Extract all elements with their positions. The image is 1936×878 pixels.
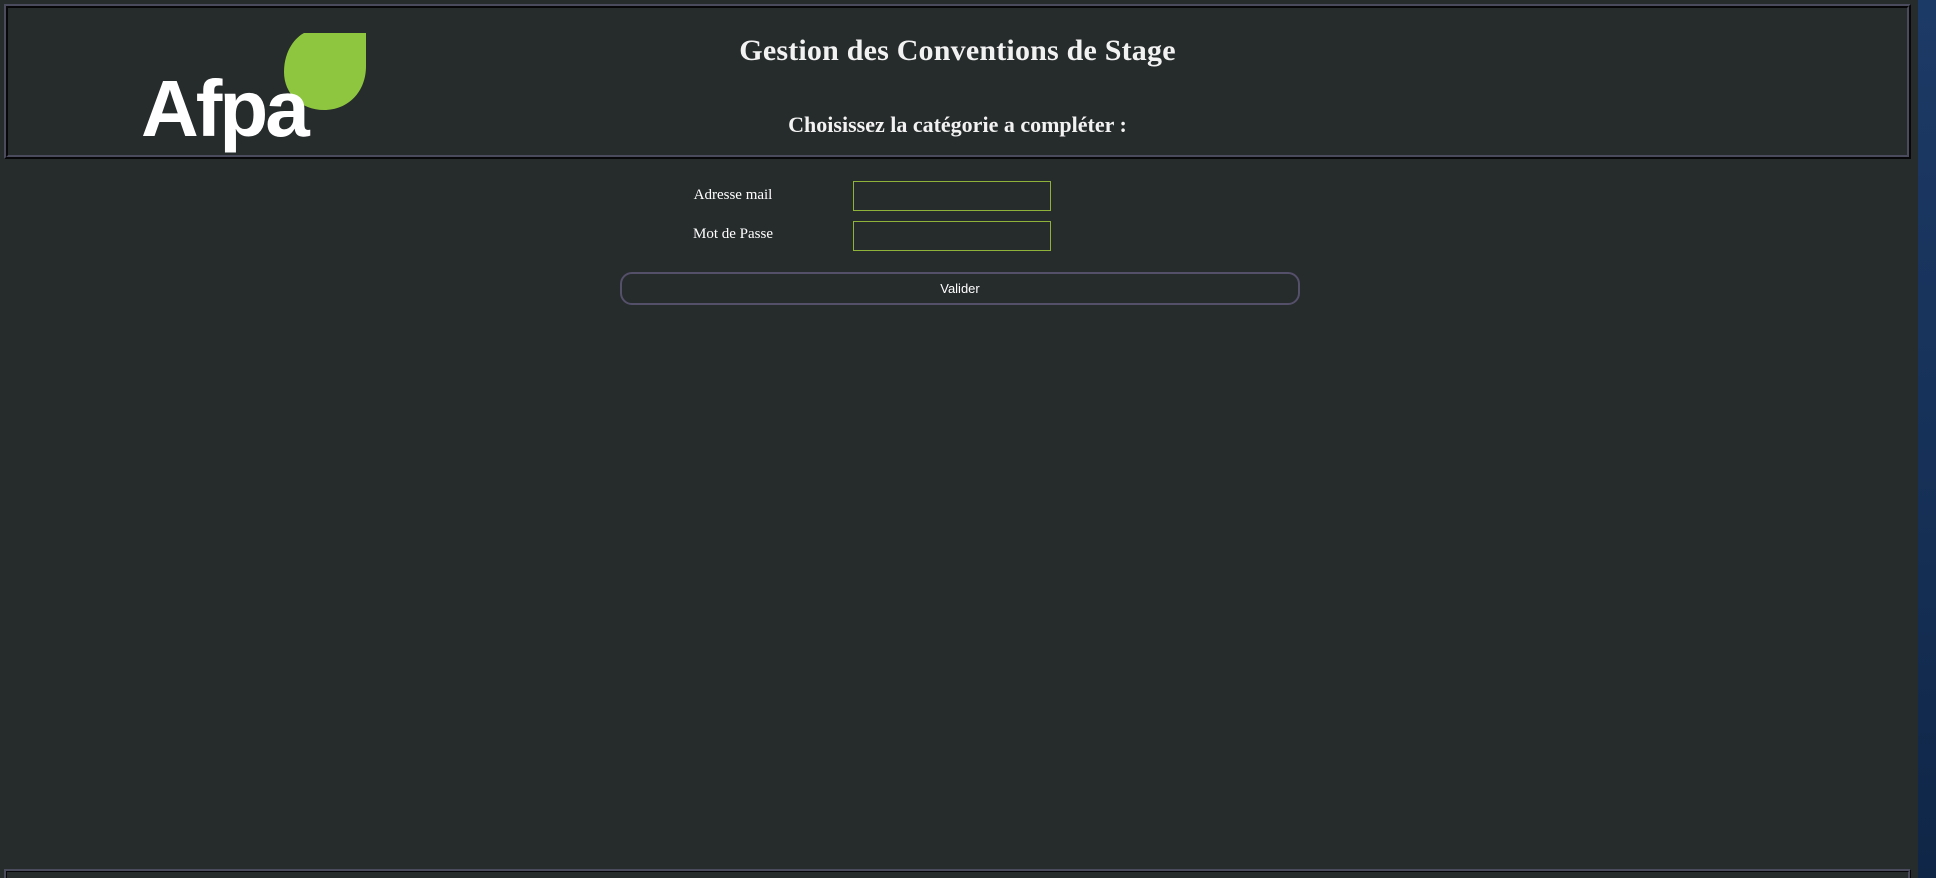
footer-frame xyxy=(4,869,1911,878)
page: Afpa Gestion des Conventions de Stage Ch… xyxy=(0,0,1918,878)
email-label: Adresse mail xyxy=(693,187,773,203)
window-edge xyxy=(1918,0,1936,878)
password-label: Mot de Passe xyxy=(693,226,773,242)
login-form: Adresse mail Mot de Passe Valider xyxy=(0,0,1918,878)
validate-button[interactable]: Valider xyxy=(620,272,1300,305)
password-field[interactable] xyxy=(853,221,1051,251)
email-field[interactable] xyxy=(853,181,1051,211)
